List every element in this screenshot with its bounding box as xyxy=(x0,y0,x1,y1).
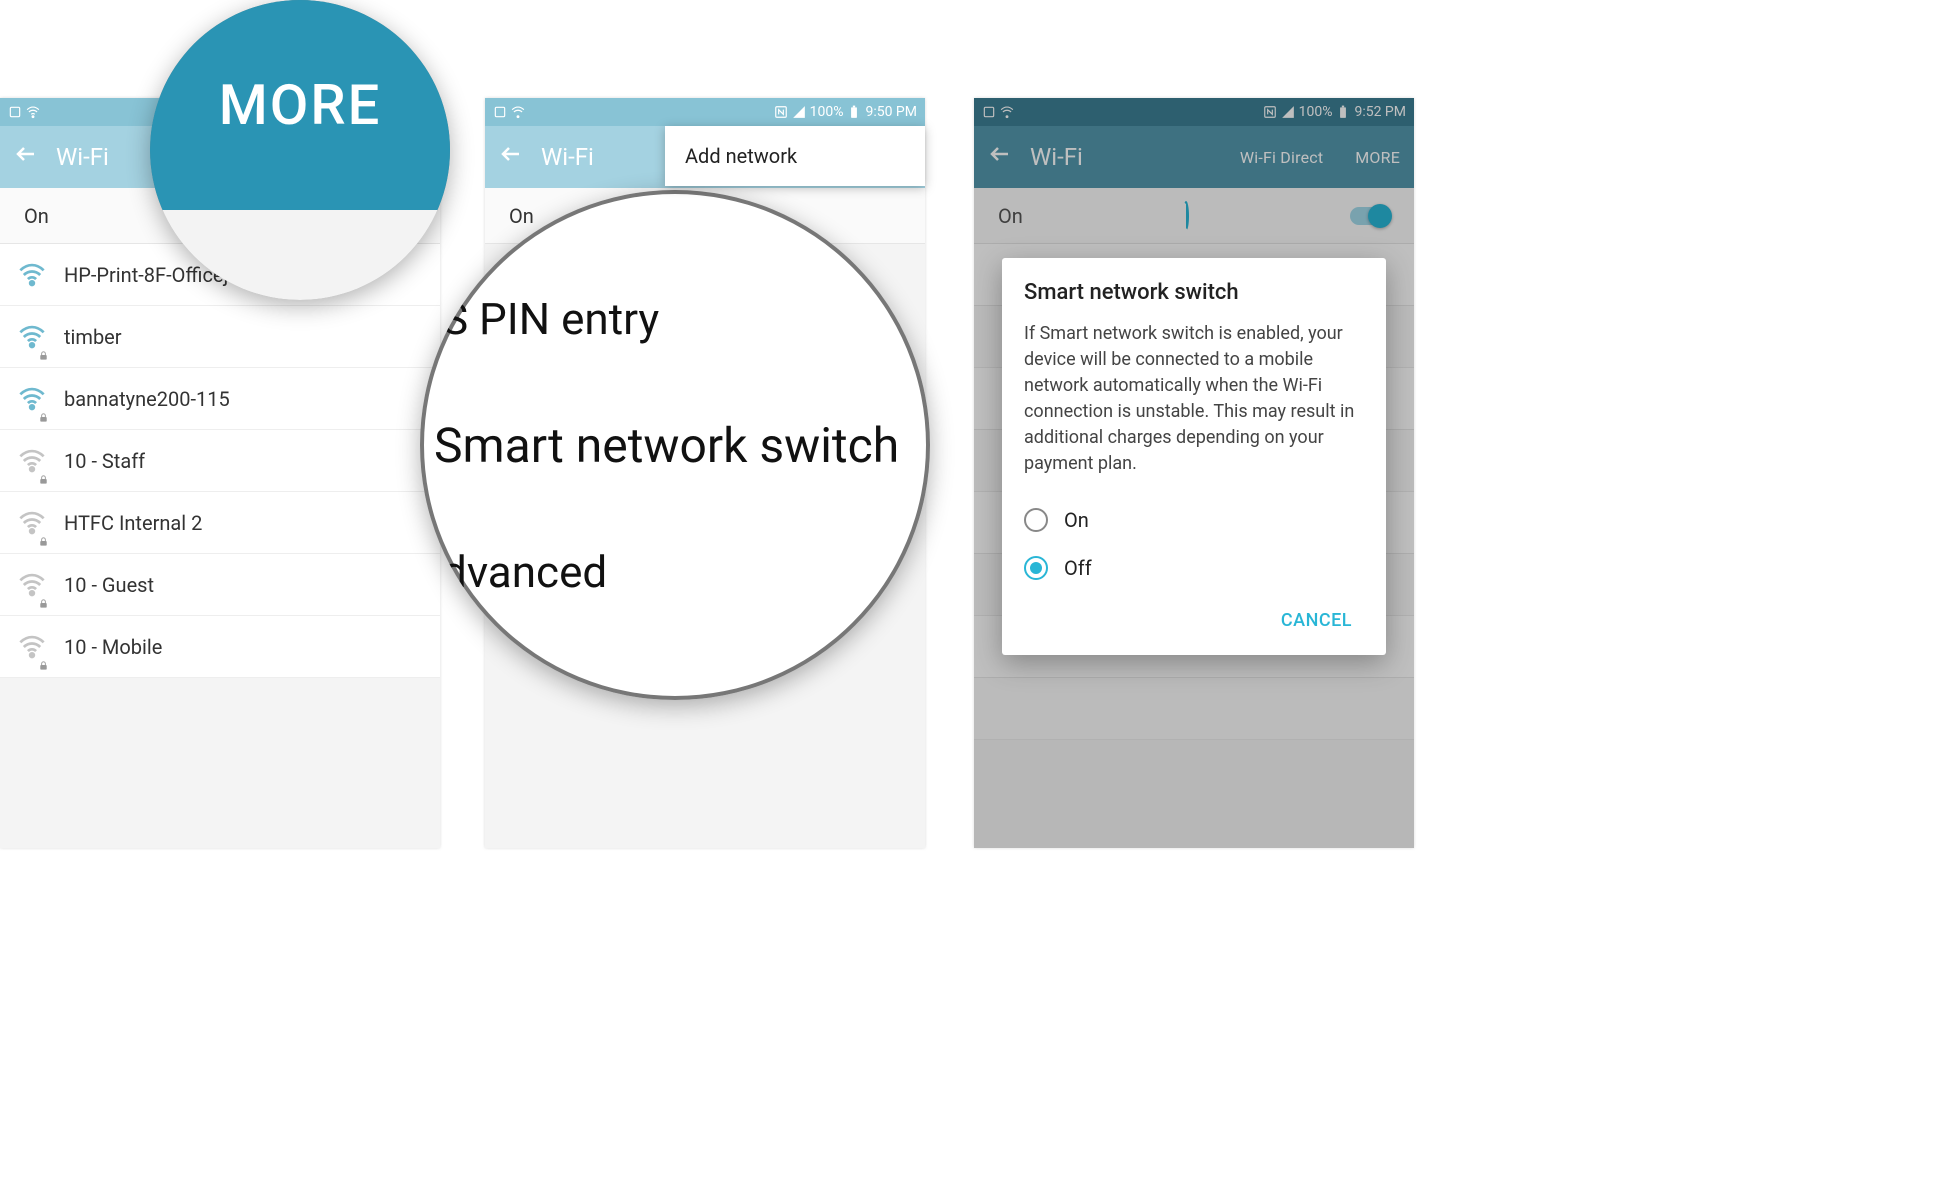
wifi-network-row[interactable]: 10 - Mobile xyxy=(0,616,440,678)
phone-screen-3: 100% 9:52 PM Wi-Fi Wi-Fi Direct MORE On … xyxy=(974,98,1414,848)
radio-icon xyxy=(1024,508,1048,532)
wifi-status-icon xyxy=(511,105,525,119)
wifi-network-name: 10 - Mobile xyxy=(64,635,162,659)
lock-icon xyxy=(38,404,49,415)
wifi-network-list: HP-Print-8F-Officejet Pro 8..timberbanna… xyxy=(0,244,440,678)
nfc-icon xyxy=(774,105,788,119)
battery-icon xyxy=(847,105,861,119)
zoom-more-label: MORE xyxy=(150,0,450,210)
lock-icon xyxy=(38,466,49,477)
zoom-callout-more: MORE xyxy=(150,0,450,300)
time-text: 9:50 PM xyxy=(865,104,917,120)
wifi-signal-icon xyxy=(18,571,46,599)
dialog-body: If Smart network switch is enabled, your… xyxy=(1024,321,1364,478)
wifi-network-row[interactable]: timber xyxy=(0,306,440,368)
lock-icon xyxy=(38,528,49,539)
wifi-signal-icon xyxy=(18,509,46,537)
lock-icon xyxy=(38,652,49,663)
zoom-smart-switch-label: Smart network switch xyxy=(420,383,930,508)
wifi-signal-icon xyxy=(18,633,46,661)
lock-icon xyxy=(38,342,49,353)
wifi-network-name: HTFC Internal 2 xyxy=(64,511,202,535)
wifi-network-name: 10 - Guest xyxy=(64,573,154,597)
more-dropdown-menu: Add network xyxy=(665,126,925,186)
radio-option-on[interactable]: On xyxy=(1024,496,1364,544)
radio-label: Off xyxy=(1064,556,1092,580)
notification-icon xyxy=(493,105,507,119)
radio-icon xyxy=(1024,556,1048,580)
wifi-status-icon xyxy=(26,105,40,119)
wifi-network-row[interactable]: bannatyne200-115 xyxy=(0,368,440,430)
cancel-button[interactable]: CANCEL xyxy=(1269,602,1364,639)
battery-text: 100% xyxy=(810,104,844,120)
wifi-network-name: 10 - Staff xyxy=(64,449,145,473)
notification-icon xyxy=(8,105,22,119)
wifi-signal-icon xyxy=(18,447,46,475)
back-icon[interactable] xyxy=(499,142,523,172)
zoom-pin-entry-label: S PIN entry xyxy=(420,265,930,373)
wifi-signal-icon xyxy=(18,385,46,413)
back-icon[interactable] xyxy=(14,142,38,172)
wifi-network-name: bannatyne200-115 xyxy=(64,387,230,411)
wifi-toggle-label: On xyxy=(24,204,49,228)
wifi-network-row[interactable]: 10 - Staff xyxy=(0,430,440,492)
radio-label: On xyxy=(1064,508,1089,532)
dialog-title: Smart network switch xyxy=(1024,280,1364,305)
wifi-network-name: timber xyxy=(64,325,122,349)
lock-icon xyxy=(38,590,49,601)
wifi-network-row[interactable]: HTFC Internal 2 xyxy=(0,492,440,554)
zoom-callout-menu: S PIN entry Smart network switch dvanced xyxy=(420,190,930,700)
wifi-signal-icon xyxy=(18,261,46,289)
radio-option-off[interactable]: Off xyxy=(1024,544,1364,592)
wifi-network-row[interactable]: 10 - Guest xyxy=(0,554,440,616)
status-bar: 100% 9:50 PM xyxy=(485,98,925,126)
wifi-toggle-label: On xyxy=(509,204,534,228)
menu-item-add-network[interactable]: Add network xyxy=(665,126,925,186)
smart-network-switch-dialog: Smart network switch If Smart network sw… xyxy=(1002,258,1386,655)
signal-icon xyxy=(792,105,806,119)
wifi-signal-icon xyxy=(18,323,46,351)
zoom-advanced-label: dvanced xyxy=(420,518,930,626)
